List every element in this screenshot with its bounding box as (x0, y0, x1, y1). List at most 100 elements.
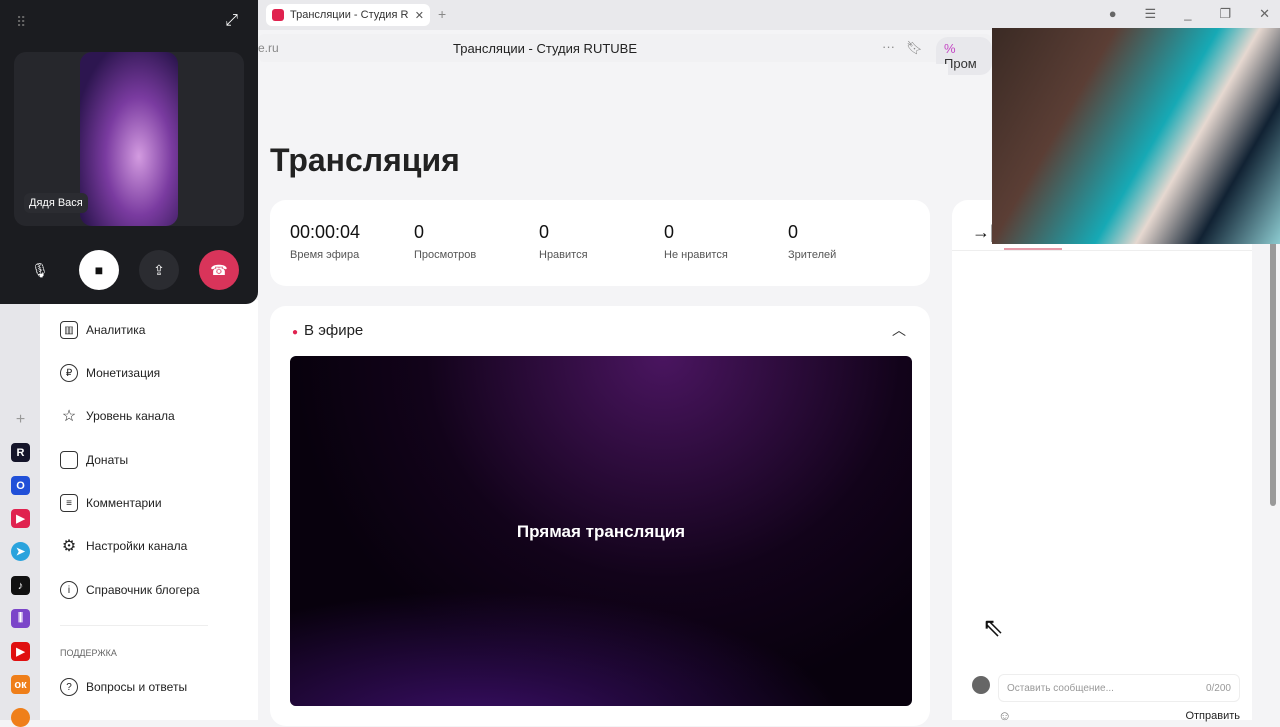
sidebar-item-label: Уровень канала (86, 409, 175, 423)
sidebar-item-label: Справочник блогера (86, 583, 200, 597)
active-tab-indicator (1004, 248, 1062, 250)
send-button[interactable]: Отправить (1185, 710, 1240, 722)
live-heading: В эфире (304, 322, 364, 339)
sidebar-item-label: Комментарии (86, 496, 162, 510)
emoji-icon[interactable]: ☺ (998, 708, 1011, 723)
telegram-icon[interactable]: ➤ (11, 542, 30, 561)
app-icon-o[interactable]: O (11, 476, 30, 495)
sidebar-item-channel-level[interactable]: ☆ Уровень канала (60, 407, 175, 425)
stat-viewers: 0 Зрителей (788, 222, 836, 261)
info-icon: i (60, 581, 78, 599)
share-screen-button[interactable]: ⇪ (139, 250, 179, 290)
microphone-button[interactable]: 🎙︎ (20, 250, 60, 290)
divider (60, 625, 208, 626)
sidebar-item-blogger-guide[interactable]: i Справочник блогера (60, 581, 200, 599)
minimize-icon[interactable]: _ (1184, 6, 1191, 22)
browser-tab[interactable]: Трансляции - Студия R ✕ (266, 4, 430, 26)
sidebar-item-channel-settings[interactable]: ⚙ Настройки канала (60, 537, 188, 555)
youtube-icon[interactable]: ▶ (11, 642, 30, 661)
sidebar-item-label: Монетизация (86, 366, 161, 380)
sidebar-item-analytics[interactable]: ▥ Аналитика (60, 321, 145, 339)
browser-sidebar: + R O ▶ ➤ ♪ ⫼ ▶ ок (0, 300, 40, 727)
share-screen-icon: ⇪ (153, 261, 165, 278)
more-icon[interactable]: ··· (882, 39, 895, 54)
add-app-icon[interactable]: + (11, 410, 30, 429)
promo-label: Пром (944, 56, 977, 71)
gear-icon: ⚙ (61, 538, 77, 555)
support-heading: ПОДДЕРЖКА (60, 648, 117, 658)
scrollbar[interactable] (1270, 240, 1276, 506)
sidebar-item-monetization[interactable]: ₽ Монетизация (60, 364, 160, 382)
comment-icon: ≡ (60, 494, 78, 512)
ruble-icon: ₽ (60, 364, 78, 382)
stat-label: Нравится (539, 249, 588, 261)
live-header[interactable]: ● В эфире (292, 322, 363, 339)
video-app-icon[interactable]: ▶ (11, 509, 30, 528)
restore-icon[interactable]: ❐ (1219, 6, 1231, 22)
stat-label: Не нравится (664, 249, 728, 261)
char-counter: 0/200 (1205, 683, 1231, 694)
close-tab-icon[interactable]: ✕ (415, 9, 424, 22)
divider (952, 250, 1252, 251)
stat-value: 0 (414, 222, 425, 242)
stat-value: 0 (539, 222, 550, 242)
rutube-favicon-icon (272, 9, 284, 21)
tiktok-icon[interactable]: ♪ (11, 576, 30, 595)
stat-value: 0 (664, 222, 675, 242)
video-call-widget: ⠿ ⤢ Дядя Вася 🎙︎ ■ ⇪ ☎ (0, 0, 258, 304)
studio-sidebar: ▥ Аналитика ₽ Монетизация ☆ Уровень канала … (40, 300, 258, 720)
rutube-app-icon[interactable]: R (11, 443, 30, 462)
help-icon: ? (60, 678, 78, 696)
stats-card: 00:00:04 Время эфира 0 Просмотров 0 Нравитс… (270, 200, 930, 286)
chevron-up-icon[interactable]: ︿ (892, 320, 906, 340)
menu-icon[interactable]: ☰ (1145, 6, 1157, 22)
wallet-icon (60, 451, 78, 469)
sidebar-item-faq[interactable]: ? Вопросы и ответы (60, 678, 187, 696)
new-tab-button[interactable]: + (438, 6, 446, 22)
sidebar-item-donations[interactable]: Донаты (60, 451, 128, 469)
chart-icon: ▥ (60, 321, 78, 339)
chat-placeholder: Оставить сообщение... (1007, 683, 1114, 694)
bookmark-icon[interactable]: 🔖︎ (906, 40, 923, 56)
sidebar-item-label: Вопросы и ответы (86, 680, 188, 694)
drag-handle-icon[interactable]: ⠿ (16, 14, 26, 31)
live-dot-icon: ● (292, 327, 299, 338)
end-call-button[interactable]: ☎ (199, 250, 239, 290)
participant-video (80, 52, 178, 226)
star-icon: ☆ (61, 408, 77, 425)
stream-player[interactable]: Прямая трансляция (290, 356, 912, 706)
page-title-address: Трансляции - Студия RUTUBE (453, 41, 637, 56)
twitch-icon[interactable]: ⫼ (11, 609, 30, 628)
address-host: e.ru (258, 41, 279, 55)
microphone-icon: 🎙︎ (31, 261, 49, 278)
sidebar-item-comments[interactable]: ≡ Комментарии (60, 494, 162, 512)
app-icon-orange[interactable] (11, 708, 30, 727)
camera-off-button[interactable]: ■ (79, 250, 119, 290)
profile-icon[interactable]: ● (1109, 6, 1117, 22)
avatar (972, 676, 990, 694)
main-content: Трансляция 00:00:04 Время эфира 0 Просмотр… (258, 64, 948, 726)
page-title: Трансляция (270, 142, 460, 178)
live-section: ● В эфире ︿ Прямая трансляция (270, 306, 930, 726)
tab-title: Трансляции - Студия R (290, 9, 409, 21)
address-bar[interactable]: e.ru Трансляции - Студия RUTUBE ··· 🔖︎ %… (258, 34, 992, 75)
camera-off-icon: ■ (94, 262, 104, 278)
mouse-cursor-icon: ⇖ (982, 612, 1004, 642)
stat-views: 0 Просмотров (414, 222, 476, 261)
expand-icon[interactable]: ⤢ (225, 12, 238, 30)
stat-likes: 0 Нравится (539, 222, 588, 261)
sidebar-item-label: Аналитика (86, 323, 146, 337)
stat-label: Просмотров (414, 249, 477, 261)
player-text: Прямая трансляция (516, 522, 686, 541)
sidebar-item-label: Донаты (86, 453, 129, 467)
stat-value: 00:00:04 (290, 222, 361, 242)
stat-dislikes: 0 Не нравится (664, 222, 728, 261)
close-window-icon[interactable]: ✕ (1259, 6, 1270, 22)
chat-message-input[interactable]: Оставить сообщение... 0/200 (998, 674, 1240, 702)
odnoklassniki-icon[interactable]: ок (11, 675, 30, 694)
stat-value: 0 (788, 222, 799, 242)
stat-label: Зрителей (788, 249, 837, 261)
webcam-overlay (992, 28, 1280, 244)
stat-label: Время эфира (290, 249, 360, 261)
sidebar-item-label: Настройки канала (86, 539, 188, 553)
